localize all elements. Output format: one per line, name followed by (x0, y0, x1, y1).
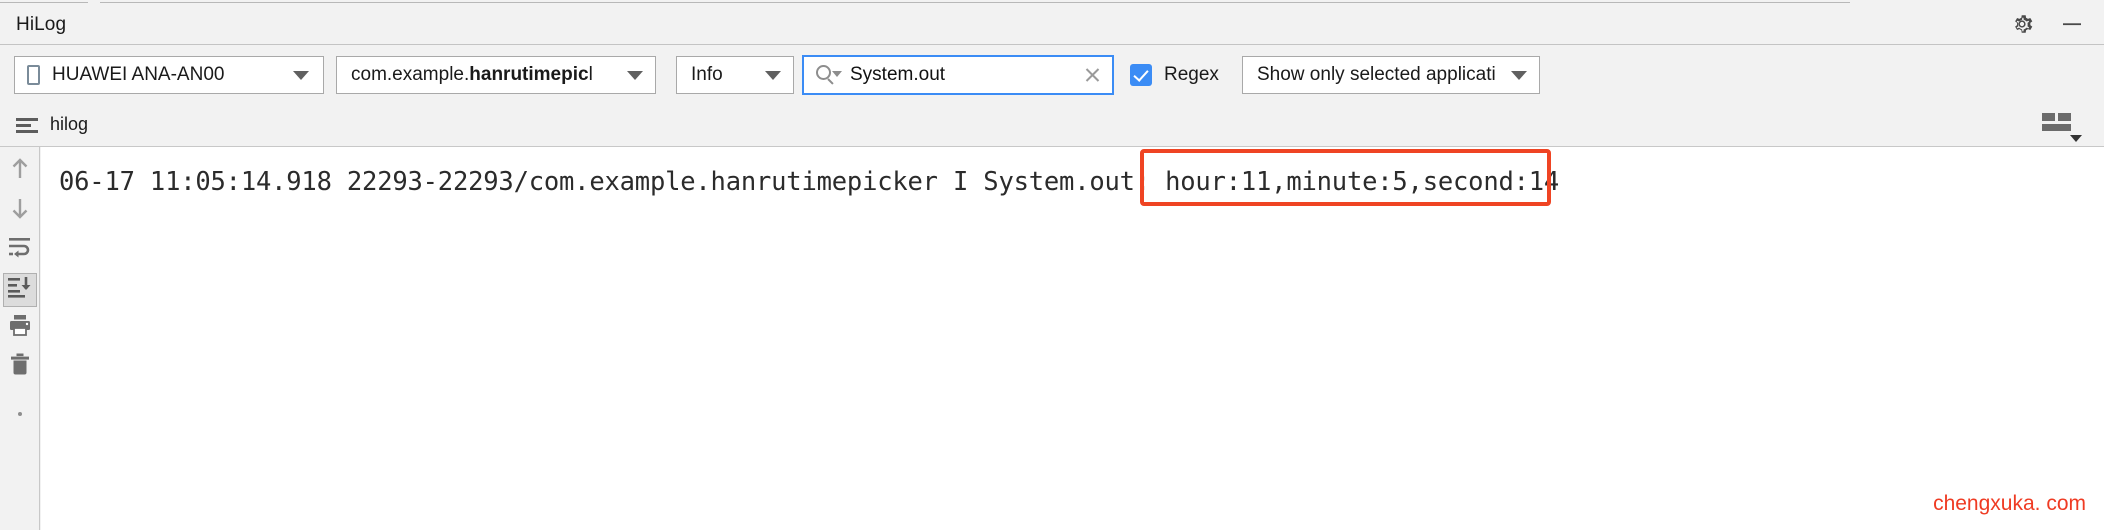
device-select-label: HUAWEI ANA-AN00 (52, 64, 225, 85)
chevron-down-icon (1511, 70, 1527, 80)
minimize-icon[interactable] (2060, 12, 2084, 36)
tab-bar: hilog (0, 105, 2104, 147)
clear-log-button[interactable] (3, 351, 37, 385)
printer-icon (10, 315, 30, 336)
log-level-select[interactable]: Info (676, 56, 794, 94)
chevron-down-icon (765, 70, 781, 80)
print-button[interactable] (3, 312, 37, 346)
layout-grid-icon[interactable] (2042, 113, 2072, 137)
regex-checkbox-label: Regex (1164, 64, 1219, 85)
scope-select[interactable]: Show only selected applicati (1242, 56, 1540, 94)
trash-icon (11, 353, 29, 375)
scroll-up-button[interactable] (3, 156, 37, 190)
regex-checkbox[interactable]: Regex (1130, 64, 1219, 86)
soft-wrap-icon (9, 238, 30, 258)
soft-wrap-button[interactable] (3, 234, 37, 268)
search-icon (816, 65, 842, 85)
scroll-to-end-button[interactable] (3, 273, 37, 307)
log-toolbar-rail (0, 147, 40, 530)
log-level-select-label: Info (691, 64, 723, 85)
checkbox-checked-icon (1130, 64, 1152, 86)
rail-overflow-button[interactable] (3, 390, 37, 424)
more-dot-icon (18, 412, 22, 416)
scroll-to-end-icon (8, 277, 31, 298)
chevron-down-icon (293, 70, 309, 80)
gear-icon[interactable] (2010, 12, 2034, 36)
search-input[interactable]: System.out (802, 55, 1114, 95)
title-bar: HiLog (0, 3, 2104, 45)
chevron-down-icon (627, 70, 643, 80)
phone-icon (27, 65, 40, 85)
arrow-down-icon (12, 199, 28, 219)
page-title: HiLog (16, 14, 67, 35)
watermark: chengxuka. com (1933, 492, 2086, 515)
log-line: 06-17 11:05:14.918 22293-22293/com.examp… (59, 167, 1560, 197)
scope-select-label: Show only selected applicati (1257, 64, 1496, 85)
scroll-down-button[interactable] (3, 195, 37, 229)
filter-toolbar: HUAWEI ANA-AN00 com.example.hanrutimepic… (0, 45, 2104, 105)
close-icon[interactable] (1082, 65, 1102, 85)
log-lines-icon (16, 117, 38, 133)
tab-hilog-label: hilog (50, 114, 89, 134)
device-select[interactable]: HUAWEI ANA-AN00 (14, 56, 324, 94)
package-select[interactable]: com.example.hanrutimepicl (336, 56, 656, 94)
tab-hilog[interactable]: hilog (16, 114, 88, 135)
search-input-value: System.out (850, 64, 946, 85)
hilog-window: HiLog HUAWEI ANA-AN00 com.example.hanrut… (0, 0, 2104, 530)
package-select-label: com.example.hanrutimepicl (351, 64, 593, 85)
log-output-panel[interactable]: 06-17 11:05:14.918 22293-22293/com.examp… (41, 147, 2104, 530)
chevron-down-icon[interactable] (2070, 135, 2082, 142)
arrow-up-icon (12, 158, 28, 178)
